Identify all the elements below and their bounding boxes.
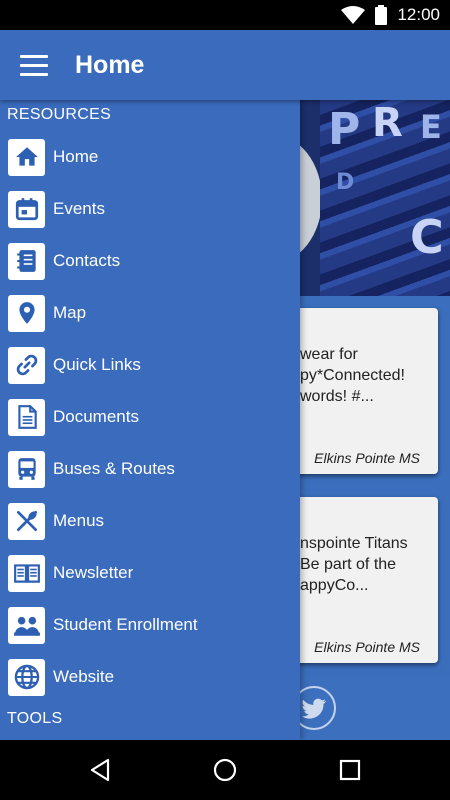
wifi-icon xyxy=(341,6,366,24)
news-card-source: Elkins Pointe MS xyxy=(314,450,420,466)
drawer-item-label: Menus xyxy=(53,511,105,530)
utensils-icon xyxy=(8,502,45,540)
status-icons: 12:00 xyxy=(341,0,440,30)
drawer-item-buses-routes[interactable]: Buses & Routes xyxy=(0,443,300,495)
drawer-item-contacts[interactable]: Contacts xyxy=(0,235,300,287)
twitter-icon xyxy=(302,698,326,719)
drawer-item-home[interactable]: Home xyxy=(0,131,300,183)
status-time: 12:00 xyxy=(397,5,440,24)
hamburger-icon-line xyxy=(20,54,48,58)
newsletter-icon xyxy=(8,554,45,592)
recents-icon[interactable] xyxy=(336,756,364,784)
bus-icon xyxy=(8,450,45,488)
drawer-item-label: Documents xyxy=(53,407,139,426)
drawer-item-label: Contacts xyxy=(53,251,121,270)
home-icon xyxy=(8,138,45,176)
section-header-tools: TOOLS xyxy=(7,710,63,727)
status-bar: 12:00 xyxy=(0,0,450,30)
battery-icon xyxy=(375,5,388,25)
drawer-item-label: Newsletter xyxy=(53,563,134,582)
news-card-source: Elkins Pointe MS xyxy=(314,639,420,655)
menu-button[interactable] xyxy=(14,48,54,82)
system-navigation-bar xyxy=(0,740,450,800)
drawer-item-label: Home xyxy=(53,147,99,166)
navigation-drawer: RESOURCES Home Events Contacts Map Quick… xyxy=(0,100,300,740)
drawer-item-label: Website xyxy=(53,667,115,686)
document-icon xyxy=(8,398,45,436)
drawer-item-label: Events xyxy=(53,199,105,218)
globe-icon xyxy=(8,658,45,696)
drawer-item-events[interactable]: Events xyxy=(0,183,300,235)
link-icon xyxy=(8,346,45,384)
drawer-item-menus[interactable]: Menus xyxy=(0,495,300,547)
drawer-item-newsletter[interactable]: Newsletter xyxy=(0,547,300,599)
back-icon[interactable] xyxy=(86,756,114,784)
drawer-item-label: Student Enrollment xyxy=(53,615,198,634)
home-nav-icon[interactable] xyxy=(211,756,239,784)
drawer-item-map[interactable]: Map xyxy=(0,287,300,339)
page-title: Home xyxy=(75,51,145,79)
drawer-item-quick-links[interactable]: Quick Links xyxy=(0,339,300,391)
drawer-item-label: Buses & Routes xyxy=(53,459,175,478)
hamburger-icon-line xyxy=(20,63,48,67)
drawer-item-label: Map xyxy=(53,303,87,322)
map-pin-icon xyxy=(8,294,45,332)
drawer-item-student-enrollment[interactable]: Student Enrollment xyxy=(0,599,300,651)
news-card-text: wear for py*Connected! words! #... xyxy=(300,346,405,405)
app-bar: Home xyxy=(0,30,450,100)
section-header-resources: RESOURCES xyxy=(7,106,112,123)
students-icon xyxy=(8,606,45,644)
drawer-item-documents[interactable]: Documents xyxy=(0,391,300,443)
hamburger-icon-line xyxy=(20,72,48,76)
drawer-item-label: Quick Links xyxy=(53,355,141,374)
calendar-icon xyxy=(8,190,45,228)
drawer-item-website[interactable]: Website xyxy=(0,651,300,703)
news-card-text: nspointe Titans Be part of the appyCo... xyxy=(300,535,408,594)
address-book-icon xyxy=(8,242,45,280)
banner-word-cloud: P R E C D xyxy=(320,100,450,296)
